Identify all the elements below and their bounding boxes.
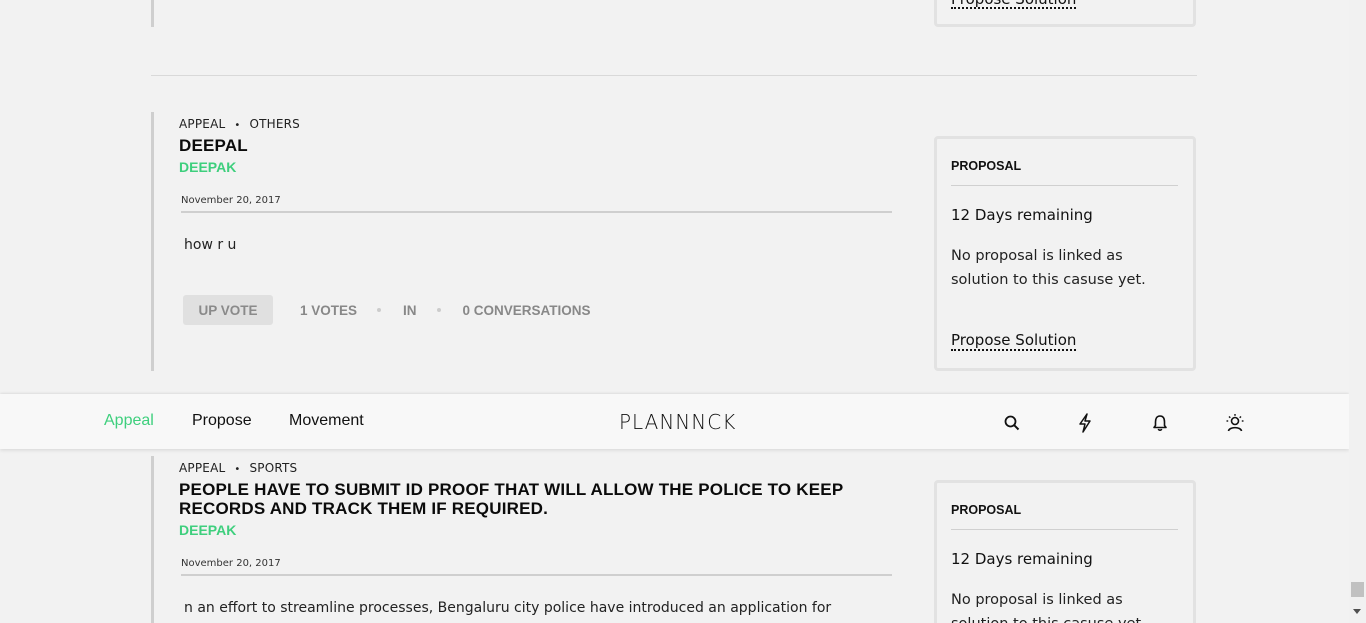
page: Propose Solution APPEAL • OTHERS DEEPAL DE… xyxy=(0,0,1349,623)
post-author[interactable]: DEEPAK xyxy=(179,522,236,538)
proposal-note: No proposal is linked as solution to thi… xyxy=(951,248,1146,288)
proposal-heading: PROPOSAL xyxy=(951,159,1022,173)
proposal-rule xyxy=(951,185,1178,186)
post-title[interactable]: PEOPLE HAVE TO SUBMIT ID PROOF THAT WILL… xyxy=(179,480,879,518)
separator-dot xyxy=(377,308,382,312)
post-rule xyxy=(181,574,892,576)
subcategory-label[interactable]: SPORTS xyxy=(249,461,297,475)
proposal-heading: PROPOSAL xyxy=(951,503,1022,517)
bell-icon[interactable] xyxy=(1149,412,1171,434)
post-divider xyxy=(151,75,1197,76)
proposal-note: No proposal is linked as solution to thi… xyxy=(951,592,1146,623)
proposal-box: PROPOSAL 12 Days remaining No proposal i… xyxy=(934,136,1196,371)
votes-count: 1 VOTES xyxy=(300,302,358,318)
separator-dot: • xyxy=(234,464,241,475)
post-body: how r u xyxy=(184,237,237,253)
scroll-down-arrow[interactable] xyxy=(1353,609,1361,614)
separator-dot xyxy=(436,308,441,312)
separator-dot: • xyxy=(234,120,241,131)
post-date: November 20, 2017 xyxy=(181,195,281,206)
lightning-icon[interactable] xyxy=(1074,412,1096,434)
post-rule xyxy=(181,211,892,213)
search-icon[interactable] xyxy=(1001,412,1023,434)
brand-logo[interactable]: PLANNNCK xyxy=(619,410,736,434)
days-remaining: 12 Days remaining xyxy=(951,206,1093,224)
post-categories: APPEAL • OTHERS xyxy=(179,117,300,131)
post-author[interactable]: DEEPAK xyxy=(179,159,236,175)
conversations-link[interactable]: 0 CONVERSATIONS xyxy=(463,303,591,318)
proposal-box: PROPOSAL 12 Days remaining No proposal i… xyxy=(934,480,1196,623)
in-label: IN xyxy=(403,302,417,318)
post-accent-bar xyxy=(151,112,154,371)
post-date: November 20, 2017 xyxy=(181,558,281,569)
post-accent-bar xyxy=(151,456,154,623)
category-label[interactable]: APPEAL xyxy=(179,117,225,131)
top-navigation: Appeal Propose Movement PLANNNCK xyxy=(0,394,1349,449)
proposal-rule xyxy=(951,529,1178,530)
category-label[interactable]: APPEAL xyxy=(179,461,225,475)
post-accent-bar xyxy=(151,0,154,27)
propose-solution-link[interactable]: Propose Solution xyxy=(951,0,1077,9)
post-title[interactable]: DEEPAL xyxy=(179,136,879,155)
propose-solution-link[interactable]: Propose Solution xyxy=(951,331,1077,351)
nav-item-movement[interactable]: Movement xyxy=(289,412,364,430)
post-actions: UP VOTE 1 VOTES IN 0 CONVERSATIONS xyxy=(183,295,591,325)
upvote-button[interactable]: UP VOTE xyxy=(183,295,273,325)
scrollbar-thumb[interactable] xyxy=(1351,582,1364,597)
days-remaining: 12 Days remaining xyxy=(951,550,1093,568)
subcategory-label[interactable]: OTHERS xyxy=(249,117,300,131)
user-icon[interactable] xyxy=(1224,412,1246,434)
vertical-scrollbar[interactable] xyxy=(1349,0,1366,623)
nav-item-propose[interactable]: Propose xyxy=(192,412,252,430)
post-body: n an effort to streamline processes, Ben… xyxy=(184,600,832,616)
nav-item-appeal[interactable]: Appeal xyxy=(104,412,154,430)
post-categories: APPEAL • SPORTS xyxy=(179,461,297,475)
